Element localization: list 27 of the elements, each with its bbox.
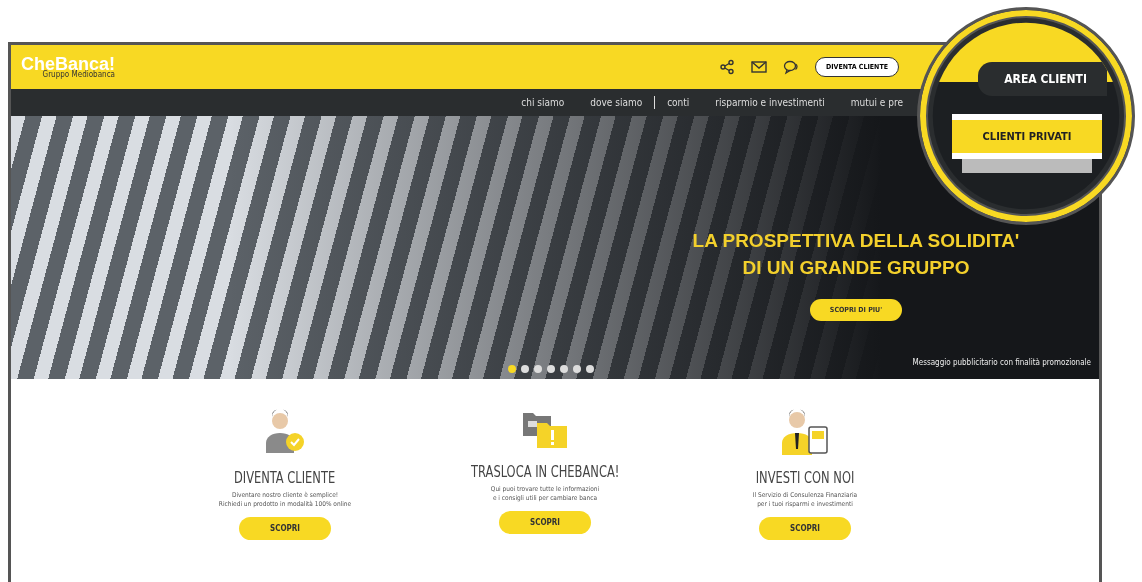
carousel-dot[interactable] (560, 365, 568, 373)
nav-link[interactable]: chi siamo (521, 97, 565, 108)
carousel-dot[interactable] (547, 365, 555, 373)
hero-headline: LA PROSPETTIVA DELLA SOLIDITA' DI UN GRANDE GRUPPO (692, 229, 1020, 280)
carousel-dot[interactable] (586, 365, 594, 373)
discover-button[interactable]: SCOPRI (759, 517, 851, 541)
mail-icon[interactable] (751, 61, 767, 73)
nav-link[interactable]: conti (667, 97, 690, 108)
carousel-dot[interactable] (521, 365, 529, 373)
private-clients-link[interactable]: CLIENTI PRIVATI (952, 114, 1102, 159)
nav-link[interactable]: dove siamo (590, 97, 643, 108)
carousel-dot[interactable] (508, 365, 516, 373)
nav-link[interactable]: risparmio e investimenti (715, 97, 825, 108)
discover-button[interactable]: SCOPRI (239, 517, 331, 541)
client-area-button[interactable]: AREA CLIENTI (978, 62, 1107, 96)
share-icon[interactable] (719, 59, 735, 75)
feature-title: TRASLOCA IN CHEBANCA! (470, 463, 620, 481)
carousel-dot[interactable] (573, 365, 581, 373)
nav-link[interactable]: mutui e pre (850, 97, 903, 108)
feature-title: DIVENTA CLIENTE (234, 469, 336, 487)
discover-button[interactable]: SCOPRI (499, 511, 591, 535)
carousel-dot[interactable] (534, 365, 542, 373)
chat-icon[interactable] (783, 59, 799, 75)
disclaimer-text: Messaggio pubblicitario con finalità promozionale (912, 358, 1091, 367)
logo-subtitle: Gruppo Mediobanca (42, 71, 116, 79)
feature-title: INVESTI CON NOI (755, 469, 855, 487)
advisor-with-tablet-icon (781, 409, 829, 455)
